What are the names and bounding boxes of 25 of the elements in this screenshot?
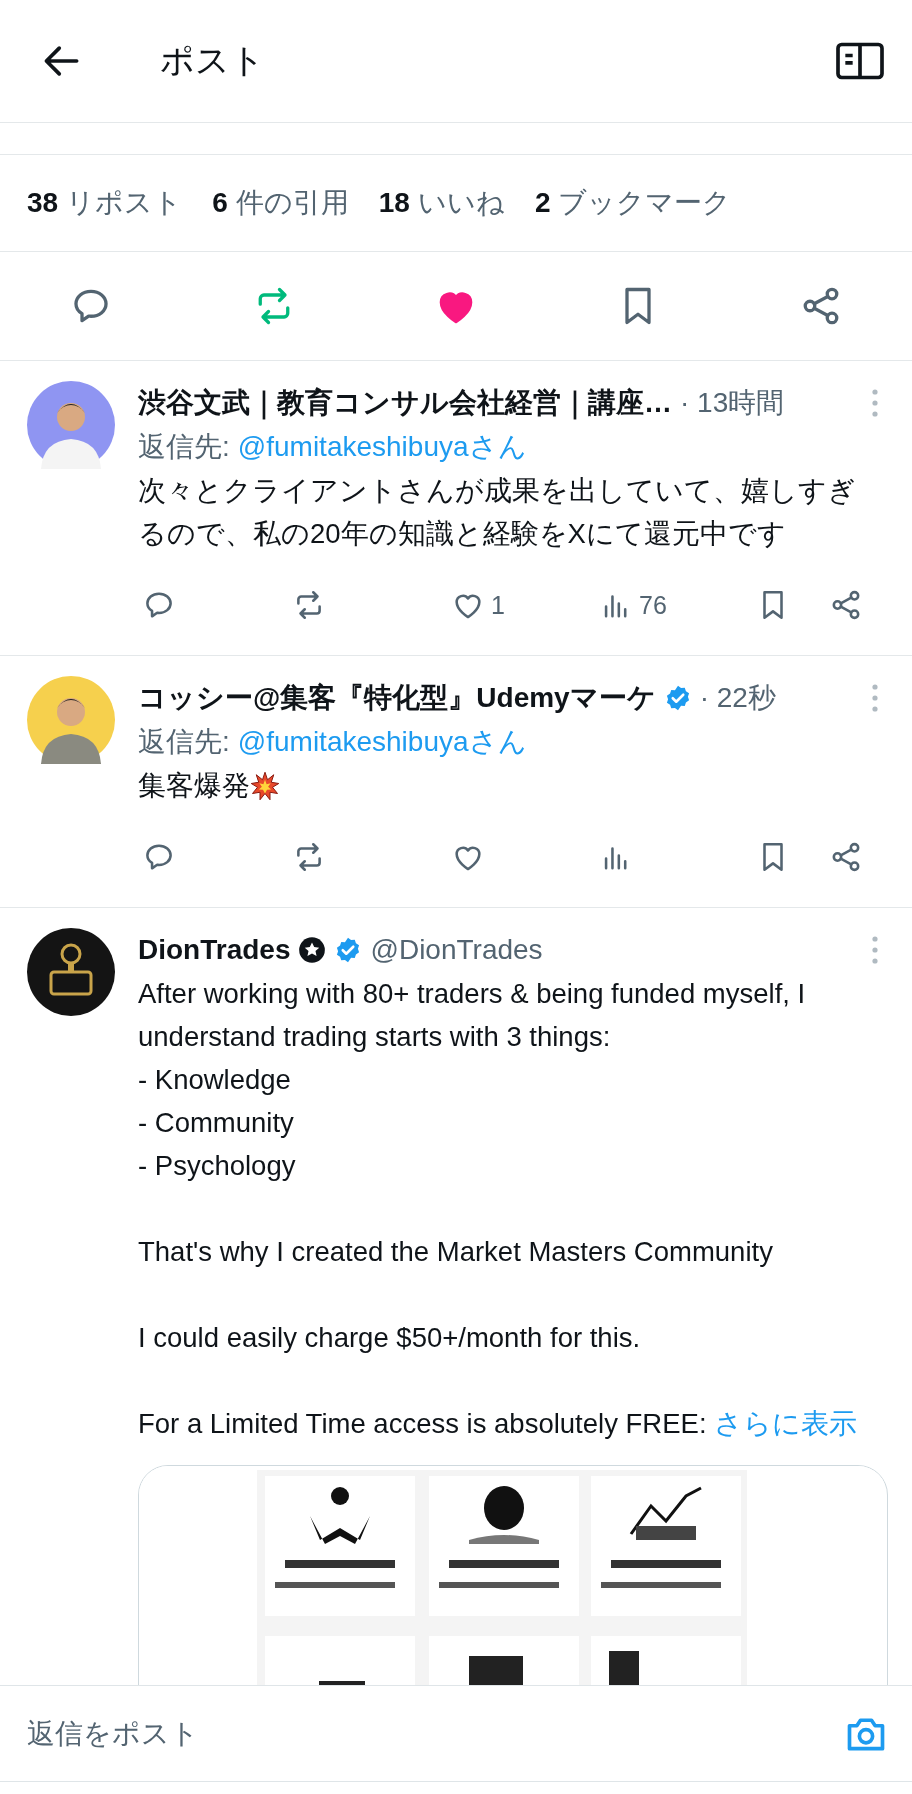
- stat-count[interactable]: 38: [27, 187, 59, 219]
- author-name[interactable]: 渋谷文武｜教育コンサル会社経営｜講座…: [138, 384, 672, 422]
- page-title: ポスト: [160, 40, 265, 81]
- stat-label[interactable]: 件の引用: [235, 184, 349, 222]
- post-text: After working with 80+ traders & being funded myself, I understand trading starts with 3 things: - Knowledge - Community - Psychology That's why I created the Market Masters Community I could easily charge $50+/month for this. For a Limited Time access is absolutely FREE: さらに表示: [138, 977, 859, 1441]
- stat-label[interactable]: ブックマーク: [558, 184, 732, 222]
- post-text: 集客爆発: [138, 769, 250, 803]
- author-name[interactable]: コッシー@集客『特化型』Udemyマーケ: [138, 679, 656, 717]
- explosion-icon: [250, 770, 280, 801]
- stat-label[interactable]: いいね: [417, 184, 505, 222]
- post-time: · 22秒: [699, 681, 776, 715]
- stat-count[interactable]: 18: [378, 187, 410, 219]
- reply-label: 返信先:: [138, 430, 230, 464]
- post-text: 次々とクライアントさんが成果を出していて、嬉しすぎるので、私の20年の知識と経験をXにて還元中です: [138, 474, 857, 551]
- reply-label: 返信先:: [138, 725, 230, 759]
- stat-count[interactable]: 6: [212, 187, 228, 219]
- like-count: 1: [491, 590, 505, 620]
- stat-label[interactable]: リポスト: [66, 184, 183, 222]
- reply-input[interactable]: 返信をポスト: [27, 1717, 844, 1750]
- post-time: · 13時間: [680, 386, 785, 420]
- author-name[interactable]: DionTrades: [138, 934, 291, 966]
- views-count: 76: [639, 590, 667, 620]
- star-badge-icon: [298, 936, 327, 964]
- stat-count[interactable]: 2: [534, 187, 551, 219]
- author-handle[interactable]: @DionTrades: [370, 934, 543, 966]
